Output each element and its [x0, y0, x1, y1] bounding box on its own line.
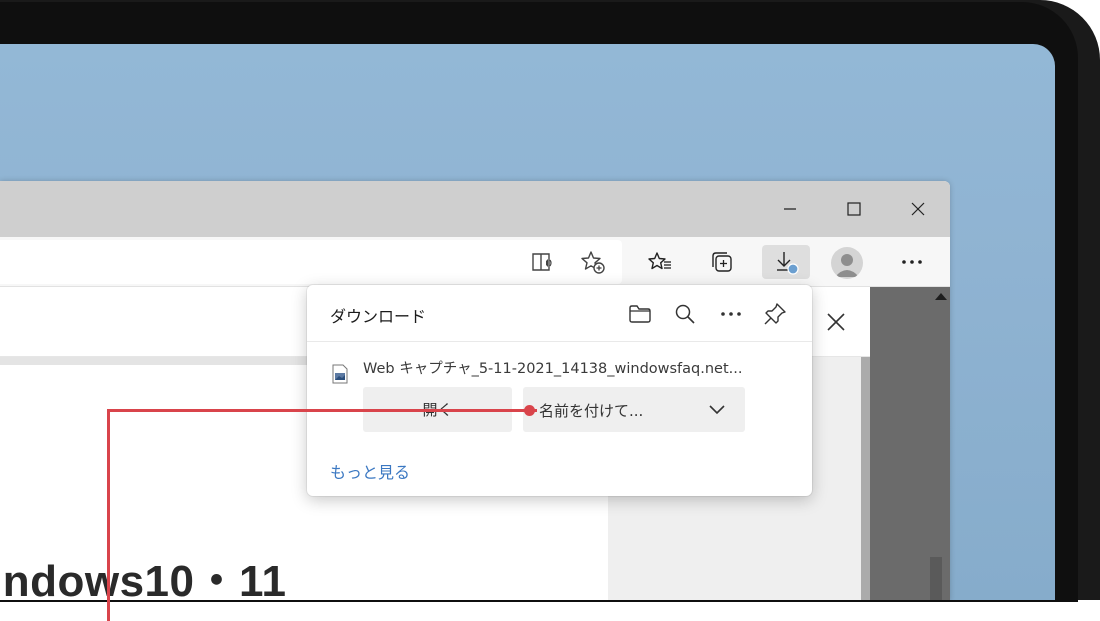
collections-button[interactable] — [704, 245, 740, 279]
find-close-button[interactable] — [818, 305, 854, 339]
pin-icon — [764, 303, 786, 325]
scroll-up-icon[interactable] — [935, 293, 947, 300]
page-scrollbar[interactable] — [870, 287, 950, 600]
scroll-thumb[interactable] — [930, 557, 942, 600]
address-bar[interactable] — [0, 240, 622, 284]
collections-icon — [712, 252, 732, 272]
close-icon — [911, 202, 925, 216]
side-scrollbar[interactable] — [861, 357, 870, 600]
save-as-button[interactable]: 名前を付けて... — [523, 387, 745, 432]
downloads-button[interactable] — [762, 245, 810, 279]
minimize-icon — [784, 208, 796, 210]
flyout-divider — [307, 341, 812, 342]
maximize-icon — [847, 202, 861, 216]
add-favorite-button[interactable] — [575, 245, 611, 279]
download-file-name[interactable]: Web キャプチャ_5-11-2021_14138_windowsfaq.net… — [363, 357, 743, 378]
page-heading: indows10・11 — [0, 557, 287, 600]
title-bar — [0, 181, 950, 237]
profile-button[interactable] — [831, 247, 863, 279]
see-more-link[interactable]: もっと見る — [330, 459, 410, 483]
save-as-label: 名前を付けて... — [539, 402, 644, 420]
annotation-dot — [524, 405, 535, 416]
browser-toolbar — [0, 237, 950, 287]
more-icon — [721, 312, 741, 316]
chevron-down-icon[interactable] — [709, 401, 725, 419]
close-icon — [827, 313, 845, 331]
more-button[interactable] — [894, 245, 930, 279]
downloads-icon — [777, 252, 799, 275]
immersive-reader-icon — [532, 253, 552, 271]
maximize-button[interactable] — [836, 195, 872, 223]
minimize-button[interactable] — [772, 195, 808, 223]
search-icon — [675, 304, 695, 324]
downloads-more-button[interactable] — [716, 299, 746, 329]
more-icon — [902, 260, 922, 264]
downloads-title: ダウンロード — [330, 307, 427, 326]
annotation-line — [107, 409, 537, 412]
favorites-button[interactable] — [642, 245, 678, 279]
profile-icon — [835, 254, 859, 277]
close-window-button[interactable] — [900, 195, 936, 223]
image-file-icon — [332, 364, 348, 384]
immersive-reader-button[interactable] — [525, 245, 561, 279]
annotation-line-vertical — [107, 409, 110, 621]
search-downloads-button[interactable] — [670, 299, 700, 329]
folder-icon — [629, 305, 651, 323]
add-favorite-icon — [581, 251, 605, 274]
open-folder-button[interactable] — [625, 299, 655, 329]
pin-button[interactable] — [760, 299, 790, 329]
favorites-icon — [648, 252, 671, 270]
downloads-flyout: ダウンロード Web キャプチャ_5-11-2021_14138_windows… — [307, 285, 812, 496]
